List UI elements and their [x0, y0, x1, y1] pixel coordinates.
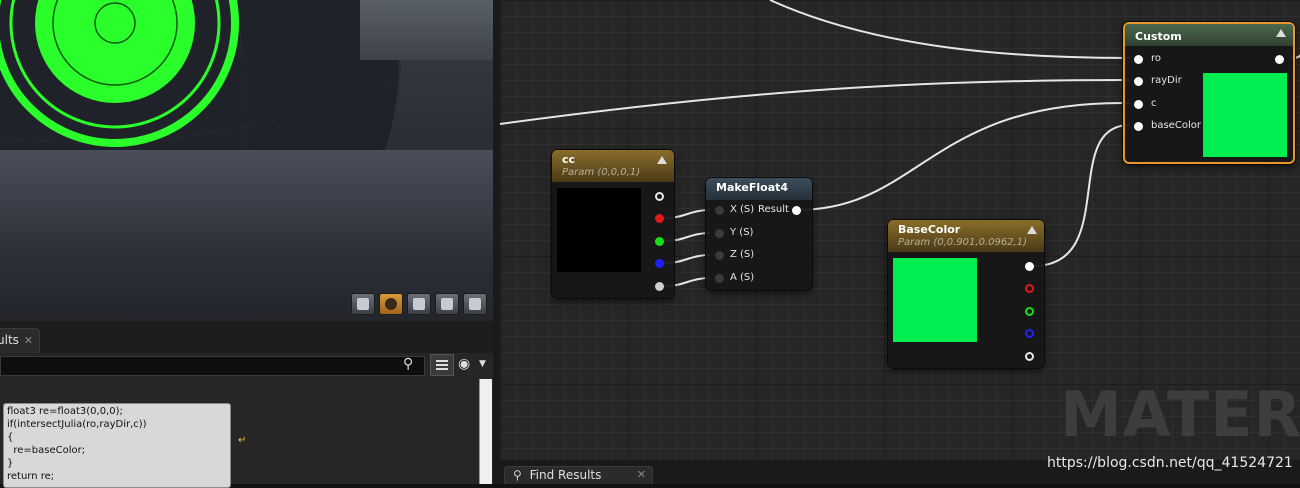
- input-pin-y[interactable]: [715, 229, 724, 238]
- pin-label: Z (S): [730, 249, 755, 260]
- scrollbar[interactable]: [479, 379, 492, 484]
- tab-label: Find Results: [529, 468, 602, 482]
- material-graph[interactable]: MATERIAL cc Param (0,0,0,1) MakeFloat4 X…: [500, 0, 1300, 460]
- pin-label: baseColor: [1151, 120, 1201, 131]
- tab-label: ults: [0, 333, 19, 347]
- search-icon[interactable]: ⚲: [403, 356, 413, 372]
- output-pin-result[interactable]: [792, 206, 801, 215]
- output-pin-rgb[interactable]: [655, 192, 664, 201]
- output-pin-b[interactable]: [1025, 329, 1034, 338]
- output-pin-g[interactable]: [655, 237, 664, 246]
- code-line: re=baseColor;: [7, 445, 86, 456]
- node-title: Custom: [1135, 30, 1182, 43]
- tab-find-results[interactable]: ⚲ Find Results ✕: [504, 466, 653, 484]
- close-icon[interactable]: ✕: [637, 468, 646, 481]
- chevron-down-icon[interactable]: ▼: [479, 359, 486, 369]
- list-view-icon[interactable]: [430, 354, 454, 376]
- node-makefloat4[interactable]: MakeFloat4 X (S) Result Y (S) Z (S) A (S…: [706, 178, 812, 290]
- code-line: float3 re=float3(0,0,0);: [7, 406, 123, 417]
- teapot-icon[interactable]: [463, 293, 487, 315]
- node-subtitle: Param (0,0.901,0.0962,1): [898, 237, 1027, 248]
- bottom-left-tabbar: ults ✕: [0, 321, 493, 353]
- output-pin[interactable]: [1275, 55, 1284, 64]
- custom-code-editor: float3 re=float3(0,0,0); if(intersectJul…: [0, 379, 493, 488]
- output-pin-a[interactable]: [655, 282, 664, 291]
- pin-label: ro: [1151, 53, 1162, 64]
- color-preview: [557, 188, 641, 272]
- viewport-background: [360, 0, 493, 60]
- output-pin-rgb[interactable]: [1025, 262, 1034, 271]
- plane-icon[interactable]: [407, 293, 431, 315]
- collapse-triangle-icon[interactable]: [1027, 226, 1037, 234]
- output-pin-r[interactable]: [655, 214, 664, 223]
- close-icon[interactable]: ✕: [24, 334, 33, 347]
- search-icon: ⚲: [513, 468, 522, 482]
- wire-basecolor: [1032, 124, 1131, 267]
- node-header: cc Param (0,0,0,1): [552, 150, 674, 182]
- collapse-triangle-icon[interactable]: [657, 156, 667, 164]
- sphere-icon[interactable]: [379, 293, 403, 315]
- input-pin-z[interactable]: [715, 251, 724, 260]
- eye-icon[interactable]: ◉: [458, 356, 470, 372]
- wire-c: [796, 101, 1131, 211]
- node-basecolor[interactable]: BaseColor Param (0,0.901,0.0962,1): [888, 220, 1044, 368]
- output-pin-a[interactable]: [1025, 352, 1034, 361]
- input-pin-a[interactable]: [715, 274, 724, 283]
- node-title: cc: [562, 153, 576, 166]
- pin-label: rayDir: [1151, 75, 1182, 86]
- pin-label: c: [1151, 98, 1157, 109]
- output-pin-b[interactable]: [655, 259, 664, 268]
- code-line: {: [7, 432, 14, 443]
- cylinder-icon[interactable]: [351, 293, 375, 315]
- tab-stats-results[interactable]: ults ✕: [0, 328, 40, 353]
- search-row: ⚲ ◉ ▼: [0, 353, 493, 379]
- source-watermark: https://blog.csdn.net/qq_41524721: [1047, 455, 1293, 471]
- input-pin-ro[interactable]: [1134, 55, 1143, 64]
- node-title: BaseColor: [898, 223, 961, 236]
- code-line: if(intersectJulia(ro,rayDir,c)): [7, 419, 147, 430]
- node-subtitle: Param (0,0,0,1): [562, 167, 641, 178]
- input-pin-basecolor[interactable]: [1134, 122, 1143, 131]
- input-pin-c[interactable]: [1134, 100, 1143, 109]
- code-textbox[interactable]: float3 re=float3(0,0,0); if(intersectJul…: [3, 403, 231, 488]
- output-pin-g[interactable]: [1025, 307, 1034, 316]
- input-pin-x[interactable]: [715, 206, 724, 215]
- cube-icon[interactable]: [435, 293, 459, 315]
- wire-ro: [769, 0, 1131, 59]
- reset-arrow-icon[interactable]: ↵: [238, 435, 246, 446]
- color-preview: [1203, 73, 1287, 157]
- collapse-triangle-icon[interactable]: [1276, 29, 1286, 37]
- search-input[interactable]: [0, 356, 425, 376]
- node-header: BaseColor Param (0,0.901,0.0962,1): [888, 220, 1044, 252]
- node-header: Custom: [1125, 24, 1293, 46]
- pin-label: Result: [758, 204, 789, 215]
- color-preview: [893, 258, 977, 342]
- node-custom[interactable]: Custom ro rayDir c baseColor: [1123, 22, 1295, 164]
- input-pin-raydir[interactable]: [1134, 77, 1143, 86]
- output-pin-r[interactable]: [1025, 284, 1034, 293]
- node-header: MakeFloat4: [706, 178, 812, 200]
- splitter[interactable]: [493, 0, 500, 484]
- pin-label: X (S): [730, 204, 755, 215]
- material-preview-viewport[interactable]: [0, 0, 495, 321]
- pin-label: Y (S): [730, 227, 754, 238]
- pin-label: A (S): [730, 272, 755, 283]
- wire-raydir: [500, 79, 1131, 125]
- node-title: MakeFloat4: [716, 181, 789, 194]
- code-line: return re;: [7, 471, 55, 482]
- code-line: }: [7, 458, 14, 469]
- node-cc[interactable]: cc Param (0,0,0,1): [552, 150, 674, 298]
